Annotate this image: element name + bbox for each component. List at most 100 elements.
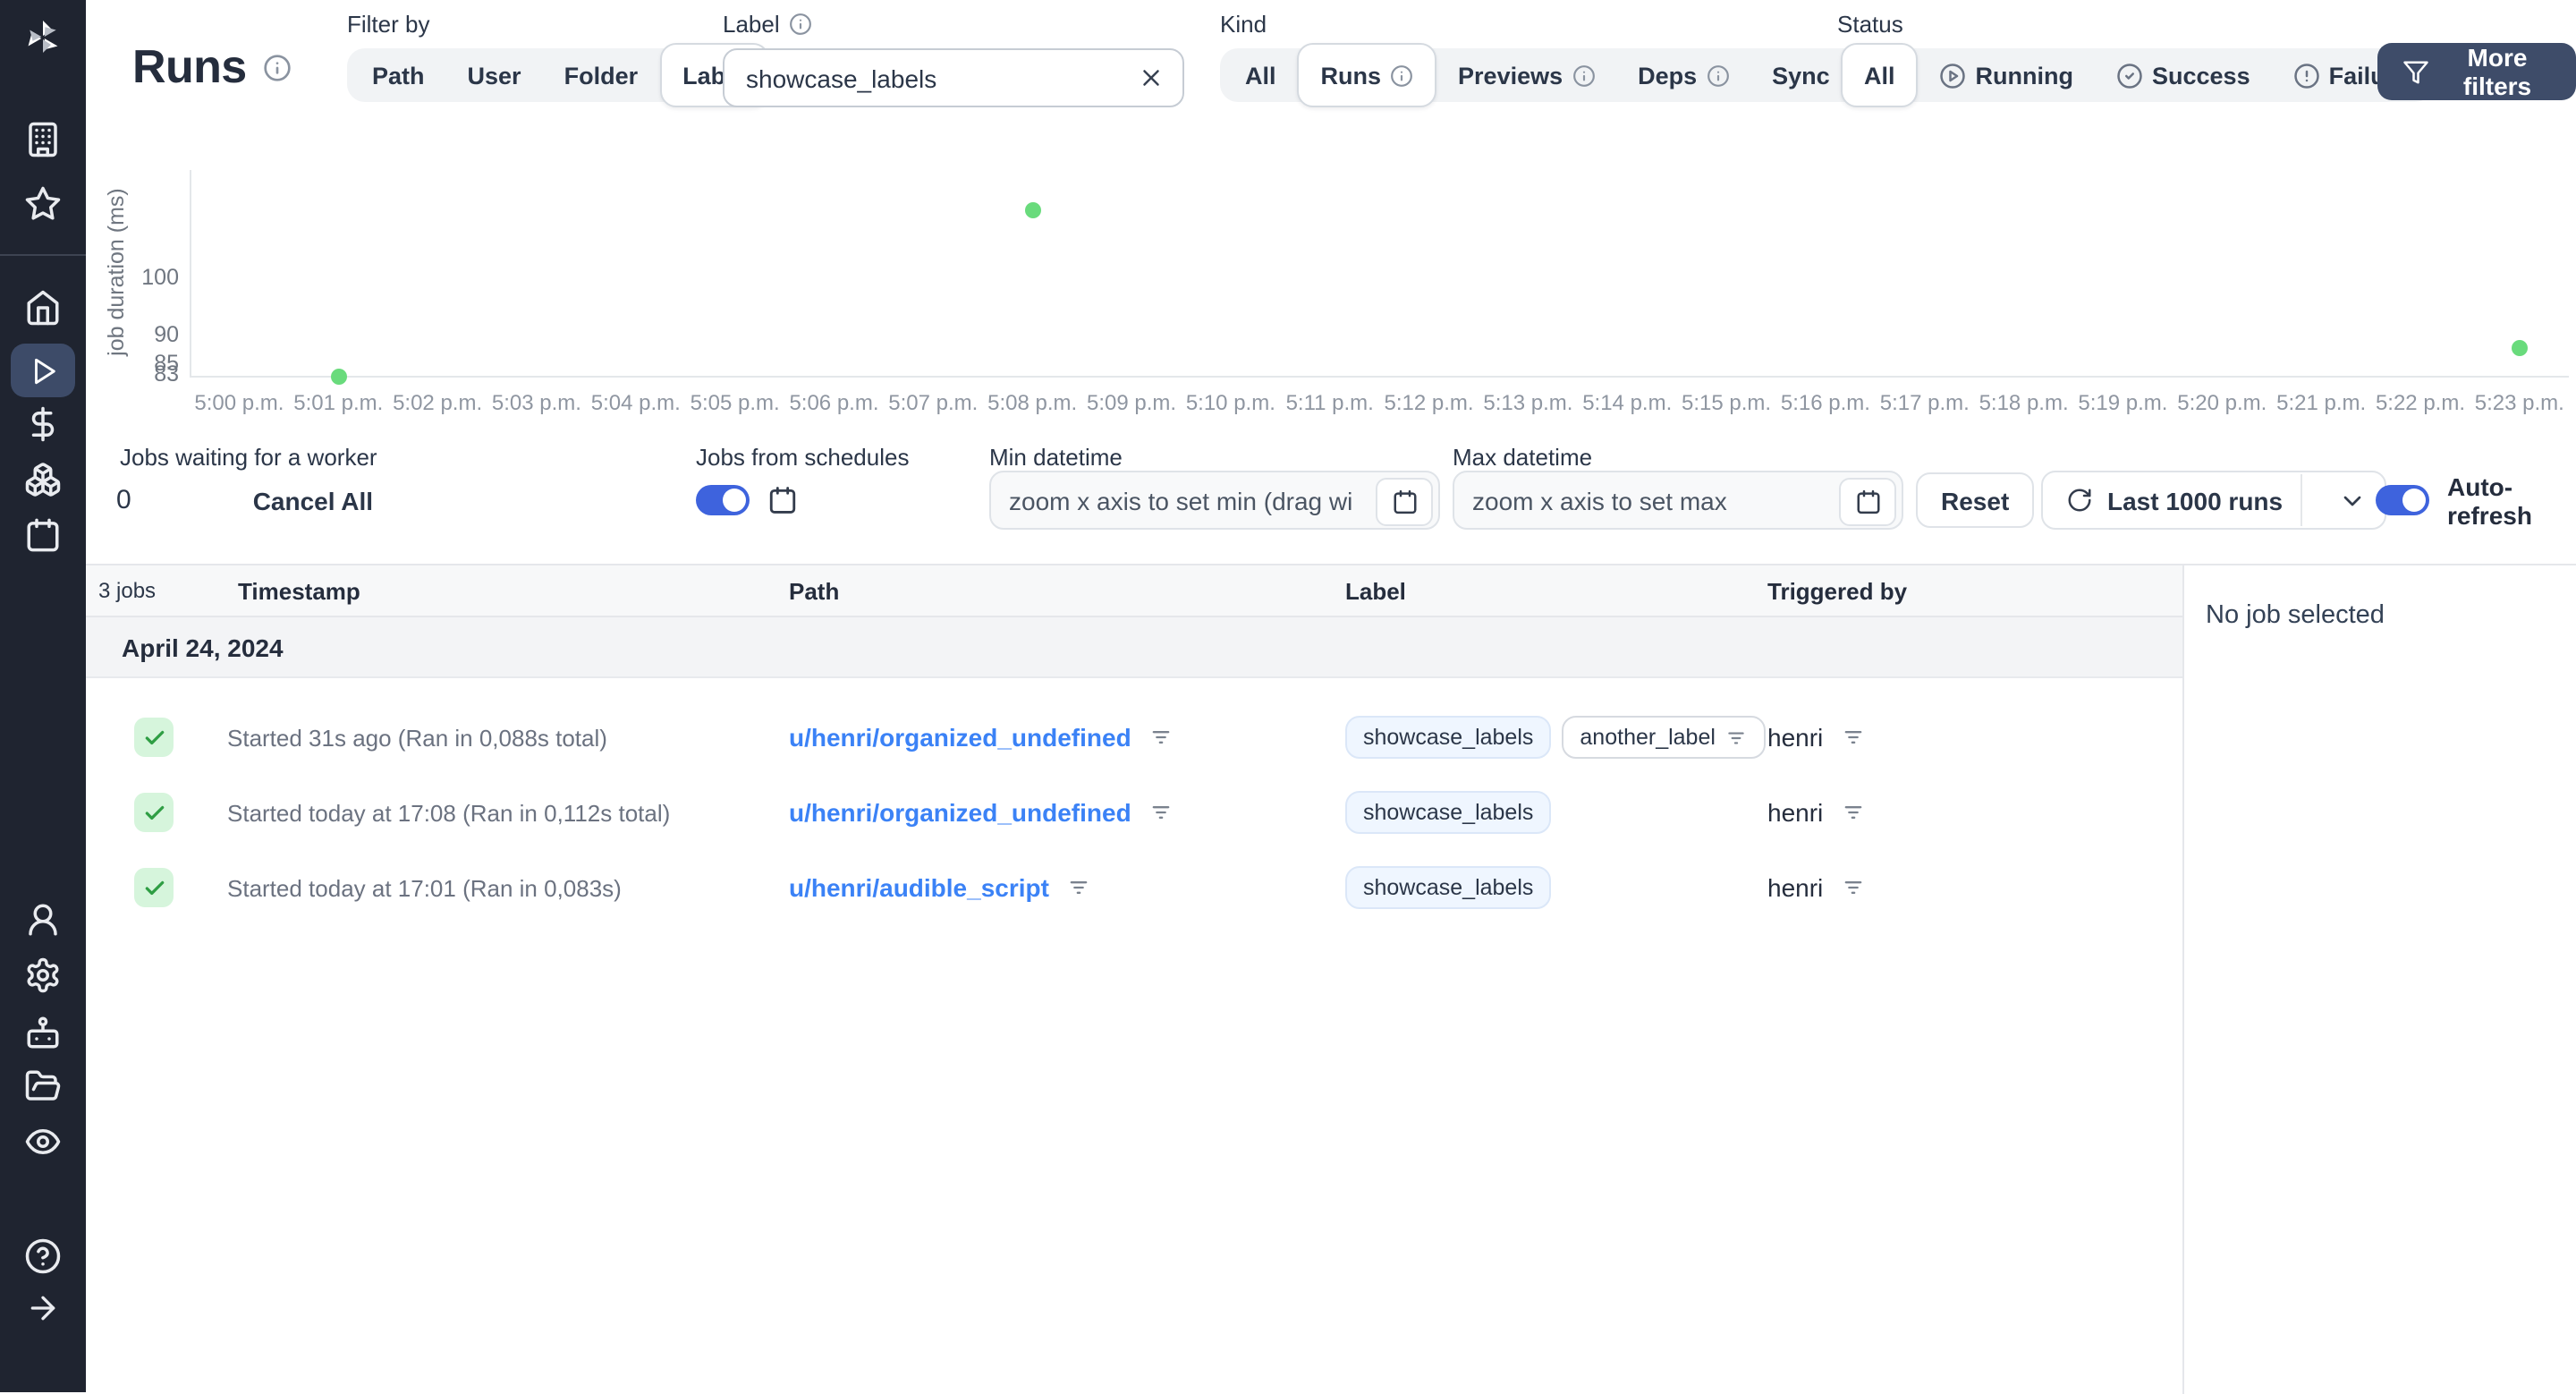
sidebar-item-workers[interactable]	[24, 1014, 62, 1051]
run-timestamp: Started 31s ago (Ran in 0,088s total)	[227, 724, 607, 751]
failure-status-icon	[2293, 62, 2320, 89]
status-option-all[interactable]: All	[1841, 43, 1919, 107]
filter-by-option-user[interactable]: User	[446, 62, 543, 89]
status-option-success-text: Success	[2152, 62, 2250, 89]
job-detail-panel: No job selected	[2182, 565, 2576, 1394]
x-tick-label: 5:07 p.m.	[888, 390, 979, 415]
refresh-icon	[2066, 487, 2093, 514]
max-datetime-field	[1453, 471, 1903, 530]
x-tick-label: 5:02 p.m.	[393, 390, 483, 415]
sidebar-item-schedules[interactable]	[24, 516, 62, 554]
help-icon[interactable]	[24, 1237, 62, 1275]
y-tick-label: 100	[141, 264, 179, 290]
jobs-from-schedules-toggle[interactable]	[696, 485, 750, 515]
status-option-running-text: Running	[1975, 62, 2073, 89]
filter-by-label-icon[interactable]	[1724, 726, 1748, 749]
reset-button[interactable]: Reset	[1916, 472, 2035, 528]
max-datetime-calendar-icon[interactable]	[1839, 477, 1896, 525]
label-chip[interactable]: another_label	[1562, 716, 1766, 759]
runs-info-icon[interactable]	[263, 53, 292, 81]
x-tick-label: 5:10 p.m.	[1185, 390, 1275, 415]
label-search-input[interactable]	[742, 62, 1138, 94]
filter-by-path-icon[interactable]	[1067, 875, 1092, 900]
sidebar-item-settings[interactable]	[24, 956, 62, 994]
sidebar-item-account[interactable]	[24, 901, 62, 939]
label-chip[interactable]: showcase_labels	[1345, 866, 1552, 909]
schedules-calendar-icon[interactable]	[767, 485, 798, 515]
max-datetime-label: Max datetime	[1453, 444, 1593, 471]
chart-x-axis-line	[190, 376, 2569, 378]
kind-option-runs-text: Runs	[1320, 62, 1382, 89]
chart-point[interactable]	[1024, 201, 1041, 218]
label-info-icon[interactable]	[789, 13, 812, 36]
kind-option-deps[interactable]: Deps	[1616, 62, 1750, 89]
label-chip[interactable]: showcase_labels	[1345, 716, 1552, 759]
sidebar-item-audit-logs[interactable]	[24, 1123, 62, 1160]
min-datetime-field	[989, 471, 1440, 530]
table-rows: Started 31s ago (Ran in 0,088s total) u/…	[86, 678, 2182, 925]
status-option-success[interactable]: Success	[2095, 62, 2272, 89]
windmill-logo[interactable]	[21, 16, 64, 59]
min-datetime-input[interactable]	[991, 486, 1438, 514]
runs-table: 3 jobs Timestamp Path Label Triggered by…	[86, 565, 2182, 1394]
run-path-link[interactable]: u/henri/organized_undefined	[789, 723, 1131, 752]
x-tick-label: 5:08 p.m.	[987, 390, 1078, 415]
label-filter-label: Label	[723, 11, 1184, 38]
last-runs-label: Last 1000 runs	[2107, 486, 2284, 514]
kind-segmented: All Runs Previews Deps Sync	[1220, 43, 1887, 107]
x-tick-label: 5:18 p.m.	[1979, 390, 2069, 415]
x-tick-label: 5:22 p.m.	[2375, 390, 2465, 415]
label-chip[interactable]: showcase_labels	[1345, 791, 1552, 834]
sidebar-item-home[interactable]	[24, 289, 62, 327]
sidebar-item-resources[interactable]	[24, 461, 62, 498]
x-tick-label: 5:03 p.m.	[491, 390, 581, 415]
status-option-running[interactable]: Running	[1919, 62, 2095, 89]
filter-by-option-path[interactable]: Path	[351, 62, 446, 89]
sidebar-item-variables[interactable]	[24, 405, 62, 443]
filter-by-user-icon[interactable]	[1841, 725, 1866, 750]
more-filters-button[interactable]: More filters	[2377, 43, 2576, 100]
max-datetime-input[interactable]	[1454, 486, 1902, 514]
chart-point[interactable]	[330, 368, 347, 384]
x-tick-label: 5:01 p.m.	[293, 390, 384, 415]
workspace-icon[interactable]	[24, 121, 62, 158]
chart-x-ticks: 5:00 p.m. 5:01 p.m. 5:02 p.m. 5:03 p.m. 5:04…	[190, 390, 2569, 415]
favorites-star-icon[interactable]	[24, 185, 62, 223]
expand-sidebar-icon[interactable]	[25, 1290, 61, 1326]
auto-refresh-toggle[interactable]	[2376, 485, 2429, 515]
col-label: Label	[1345, 577, 1406, 604]
filter-by-option-folder[interactable]: Folder	[543, 62, 660, 89]
last-runs-divider	[2301, 474, 2303, 526]
table-header: 3 jobs Timestamp Path Label Triggered by	[86, 565, 2182, 617]
filter-by-path-icon[interactable]	[1149, 725, 1174, 750]
run-path-link[interactable]: u/henri/audible_script	[789, 873, 1049, 902]
filter-by-user-icon[interactable]	[1841, 875, 1866, 900]
table-row[interactable]: Started today at 17:08 (Ran in 0,112s to…	[86, 775, 2182, 850]
table-row[interactable]: Started today at 17:01 (Ran in 0,083s) u…	[86, 850, 2182, 925]
run-path-link[interactable]: u/henri/organized_undefined	[789, 798, 1131, 827]
filter-by-path-icon[interactable]	[1149, 800, 1174, 825]
kind-option-runs[interactable]: Runs	[1297, 43, 1437, 107]
col-triggered-by: Triggered by	[1767, 577, 1908, 604]
last-runs-button[interactable]: Last 1000 runs	[2041, 471, 2387, 530]
y-tick-label: 90	[154, 321, 179, 347]
clear-label-icon[interactable]	[1138, 64, 1165, 91]
runs-table-section: 3 jobs Timestamp Path Label Triggered by…	[86, 564, 2576, 1394]
kind-option-previews[interactable]: Previews	[1436, 62, 1616, 89]
cancel-all-button[interactable]: Cancel All	[242, 484, 384, 516]
sidebar-item-runs[interactable]	[11, 344, 75, 397]
page-title-text: Runs	[132, 39, 247, 93]
run-timestamp: Started today at 17:08 (Ran in 0,112s to…	[227, 799, 671, 826]
kind-option-all[interactable]: All	[1224, 62, 1298, 89]
jobs-waiting-label: Jobs waiting for a worker	[120, 444, 377, 471]
sidebar-item-folders[interactable]	[24, 1067, 62, 1105]
jobs-from-schedules-controls	[696, 472, 798, 528]
jobs-count: 3 jobs	[98, 578, 157, 603]
table-row[interactable]: Started 31s ago (Ran in 0,088s total) u/…	[86, 700, 2182, 775]
label-filter-label-text: Label	[723, 11, 780, 38]
min-datetime-calendar-icon[interactable]	[1376, 477, 1433, 525]
x-tick-label: 5:21 p.m.	[2276, 390, 2367, 415]
x-tick-label: 5:19 p.m.	[2078, 390, 2168, 415]
chart-point[interactable]	[2511, 339, 2528, 356]
filter-by-user-icon[interactable]	[1841, 800, 1866, 825]
